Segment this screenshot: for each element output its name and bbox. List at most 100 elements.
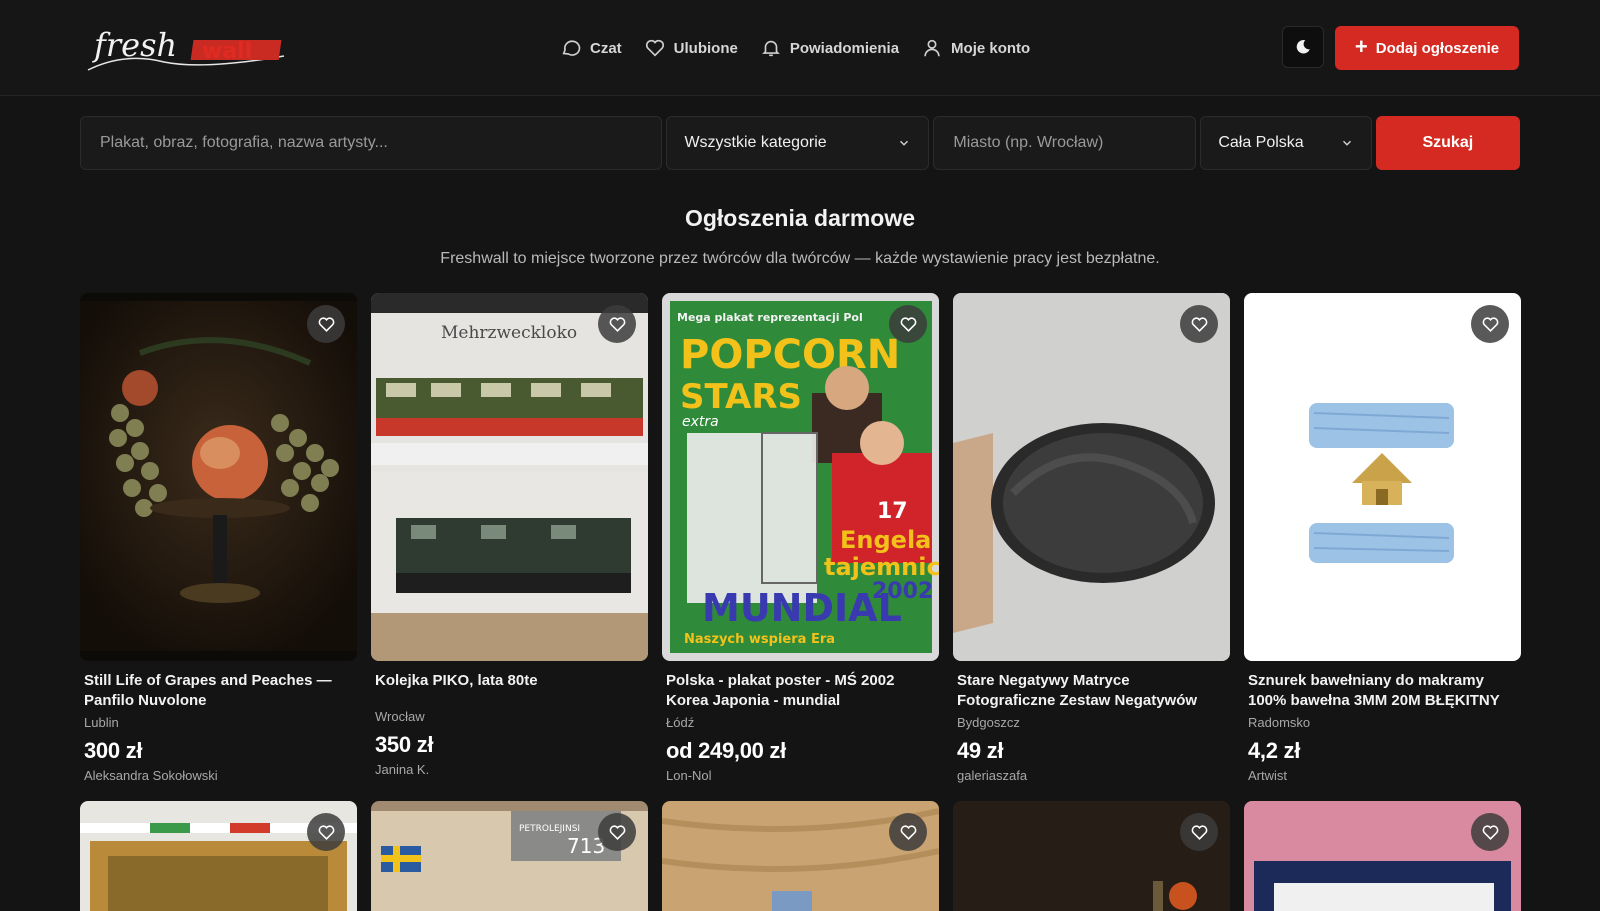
listing-city: Bydgoszcz xyxy=(957,715,1020,730)
poster-number: 17 xyxy=(877,499,908,524)
poster-title-1: POPCORN xyxy=(680,332,900,378)
listing-image[interactable] xyxy=(662,801,939,911)
listing-card[interactable] xyxy=(953,801,1230,911)
listing-image[interactable]: Mehrzweckloko xyxy=(371,293,648,661)
nav-account[interactable]: Moje konto xyxy=(921,37,1030,59)
poster-year: 2002 xyxy=(872,579,933,604)
poster-top-text: Mega plakat reprezentacji Pol xyxy=(677,311,863,324)
poster-extra: extra xyxy=(682,414,719,430)
listing-title[interactable]: Sznurek bawełniany do makramy 100% baweł… xyxy=(1248,671,1517,711)
poster-name: Engela xyxy=(840,526,931,554)
search-bar: Wszystkie kategorie Cała Polska Szukaj xyxy=(80,116,1520,170)
listing-seller: Aleksandra Sokołowski xyxy=(84,768,218,783)
listing-grid: Still Life of Grapes and Peaches — Panfi… xyxy=(80,293,1521,911)
heart-icon xyxy=(318,316,334,332)
heart-icon xyxy=(1191,316,1207,332)
listing-city: Łódź xyxy=(666,715,695,730)
listing-city: Radomsko xyxy=(1248,715,1311,730)
listing-city: Wrocław xyxy=(375,709,425,724)
poster-secret: tajemnic xyxy=(824,553,939,581)
freshwall-logo[interactable]: fresh wall xyxy=(84,22,289,74)
favorite-button[interactable] xyxy=(1471,305,1509,343)
search-query-field[interactable] xyxy=(80,116,663,170)
nav-account-label: Moje konto xyxy=(951,39,1031,57)
heart-icon xyxy=(318,824,334,840)
chevron-down-icon xyxy=(900,140,909,146)
poster-bottom: Naszych wspiera Era xyxy=(684,632,835,647)
listing-seller: galeriaszafa xyxy=(957,768,1028,783)
listing-image[interactable] xyxy=(80,293,357,661)
listing-image[interactable] xyxy=(1244,293,1521,661)
listing-card[interactable] xyxy=(662,801,939,911)
listing-card[interactable] xyxy=(80,801,357,911)
theme-toggle-button[interactable] xyxy=(1282,26,1324,68)
listing-price: 300 zł xyxy=(84,738,143,763)
listing-seller: Artwist xyxy=(1248,768,1287,783)
favorite-button[interactable] xyxy=(598,813,636,851)
section-subtitle: Freshwall to miejsce tworzone przez twór… xyxy=(440,250,1160,267)
favorite-button[interactable] xyxy=(307,813,345,851)
favorite-button[interactable] xyxy=(889,813,927,851)
listing-card[interactable]: Stare Negatywy Matryce Fotograficzne Zes… xyxy=(953,293,1230,783)
listing-image[interactable] xyxy=(953,293,1230,661)
listing-card[interactable]: Sznurek bawełniany do makramy 100% baweł… xyxy=(1244,293,1521,783)
listing-image[interactable]: Mega plakat reprezentacji Pol POPCORN ST… xyxy=(662,293,939,661)
listing-title[interactable]: Kolejka PIKO, lata 80te xyxy=(375,671,644,691)
nav-favorites-label: Ulubione xyxy=(673,39,738,57)
section-title: Ogłoszenia darmowe xyxy=(684,205,916,231)
listing-title[interactable]: Polska - plakat poster - MŚ 2002 Korea J… xyxy=(666,671,935,711)
favorite-button[interactable] xyxy=(889,305,927,343)
listing-price: 49 zł xyxy=(957,738,1004,763)
listing-price: 4,2 zł xyxy=(1248,738,1301,763)
listing-image[interactable] xyxy=(1244,801,1521,911)
listing-title[interactable]: Stare Negatywy Matryce Fotograficzne Zes… xyxy=(957,671,1226,711)
heart-icon xyxy=(609,824,625,840)
chevron-down-icon xyxy=(1342,140,1351,146)
listing-image[interactable] xyxy=(953,801,1230,911)
moon-icon xyxy=(1296,40,1310,54)
search-button[interactable]: Szukaj xyxy=(1375,116,1520,170)
listing-price: 350 zł xyxy=(375,732,434,757)
heart-icon xyxy=(645,39,664,57)
listing-card[interactable]: Mehrzweckloko Kolejka PIKO, lata 80te Wr… xyxy=(371,293,648,783)
bell-icon xyxy=(761,40,780,57)
listing-price: od 249,00 zł xyxy=(666,738,786,763)
favorite-button[interactable] xyxy=(1180,813,1218,851)
listing-card[interactable]: Still Life of Grapes and Peaches — Panfi… xyxy=(80,293,357,783)
favorite-button[interactable] xyxy=(1180,305,1218,343)
heart-icon xyxy=(1482,824,1498,840)
listing-seller: Lon-Nol xyxy=(666,768,712,783)
nav-notifications[interactable]: Powiadomienia xyxy=(760,37,899,59)
city-input[interactable] xyxy=(951,133,1179,153)
heart-icon xyxy=(900,316,916,332)
add-listing-label: Dodaj ogłoszenie xyxy=(1375,39,1500,57)
region-value: Cała Polska xyxy=(1218,134,1304,151)
listing-card[interactable]: PETROLEJINSI 713 xyxy=(371,801,648,911)
heart-icon xyxy=(1191,824,1207,840)
category-select[interactable]: Wszystkie kategorie xyxy=(666,116,930,170)
search-input[interactable] xyxy=(98,133,645,153)
favorite-button[interactable] xyxy=(598,305,636,343)
nav-chat[interactable]: Czat xyxy=(560,37,622,59)
city-field[interactable] xyxy=(933,116,1197,170)
listing-city: Lublin xyxy=(84,715,119,730)
favorite-button[interactable] xyxy=(307,305,345,343)
chat-bubble-icon xyxy=(562,40,581,56)
top-bar: fresh wall Czat Ulubione Powiadomienia M… xyxy=(0,0,1600,96)
add-listing-button[interactable]: + Dodaj ogłoszenie xyxy=(1335,26,1519,70)
heart-icon xyxy=(609,316,625,332)
heart-icon xyxy=(900,824,916,840)
listing-image[interactable]: PETROLEJINSI 713 xyxy=(371,801,648,911)
plus-icon: + xyxy=(1354,34,1368,59)
user-icon xyxy=(924,39,940,57)
listing-card[interactable]: Mega plakat reprezentacji Pol POPCORN ST… xyxy=(662,293,939,783)
nav-chat-label: Czat xyxy=(590,39,622,57)
favorite-button[interactable] xyxy=(1471,813,1509,851)
listing-image[interactable] xyxy=(80,801,357,911)
main-nav: Czat Ulubione Powiadomienia Moje konto xyxy=(560,0,1030,96)
nav-favorites[interactable]: Ulubione xyxy=(644,37,738,59)
region-select[interactable]: Cała Polska xyxy=(1200,116,1372,170)
listing-card[interactable] xyxy=(1244,801,1521,911)
nav-notifications-label: Powiadomienia xyxy=(789,39,900,57)
listing-title[interactable]: Still Life of Grapes and Peaches — Panfi… xyxy=(84,671,353,711)
